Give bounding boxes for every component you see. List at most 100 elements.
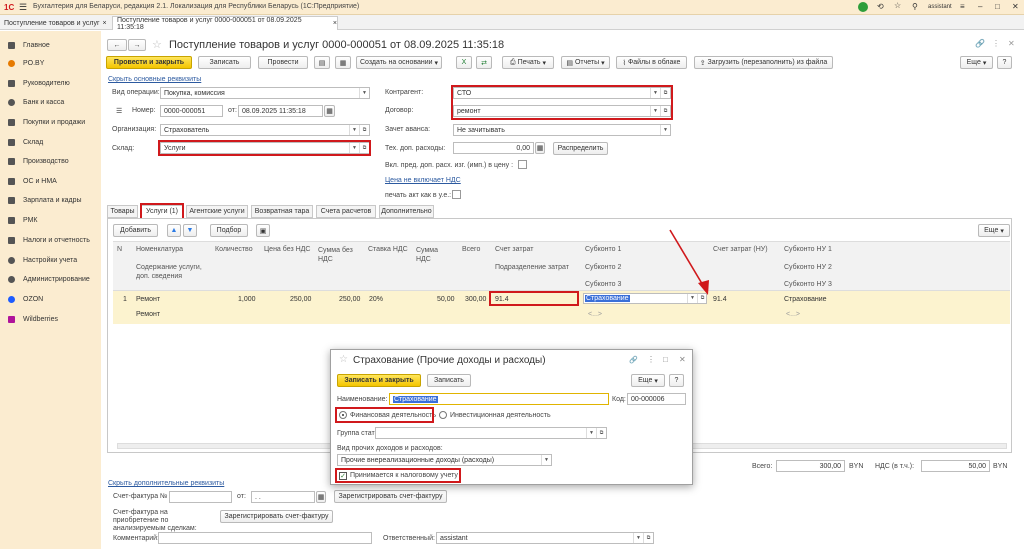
print-button[interactable]: ⎙ Печать ▾ — [502, 56, 554, 69]
move-down-icon[interactable]: ▼ — [183, 224, 197, 237]
maximize-icon[interactable]: □ — [995, 2, 1000, 11]
chevron-down-icon[interactable]: ▼ — [660, 125, 670, 135]
tab-accounts[interactable]: Счета расчетов — [316, 205, 376, 218]
search-icon[interactable]: ⚲ — [912, 2, 918, 11]
org-field[interactable]: Страхователь ▼ ⧉ — [160, 124, 370, 136]
open-icon[interactable]: ⧉ — [660, 106, 670, 116]
favorite-star-icon[interactable]: ☆ — [152, 38, 162, 51]
dialog-save-close-button[interactable]: Записать и закрыть — [337, 374, 421, 387]
sidebar-item-rmk[interactable]: РМК — [0, 211, 101, 229]
sidebar-item-production[interactable]: Производство — [0, 152, 101, 170]
date-field[interactable]: 08.09.2025 11:35:18 — [238, 105, 323, 117]
contract-field[interactable]: ремонт ▼ ⧉ — [453, 105, 671, 117]
reports-button[interactable]: ▤ Отчеты ▾ — [561, 56, 610, 69]
more-button[interactable]: Еще ▾ — [960, 56, 993, 69]
excel-icon[interactable]: X — [456, 56, 472, 69]
forward-button[interactable]: → — [128, 39, 146, 51]
tab-document[interactable]: Поступление товаров и услуг 0000-000051 … — [112, 16, 338, 31]
link-icon[interactable]: 🔗 — [629, 356, 638, 364]
close-icon[interactable]: × — [103, 20, 107, 27]
create-based-button[interactable]: Создать на основании ▾ — [356, 56, 442, 69]
settings-icon[interactable]: ▣ — [256, 224, 270, 237]
close-icon[interactable]: ✕ — [1012, 2, 1019, 11]
chevron-down-icon[interactable]: ▼ — [359, 88, 369, 98]
settings-icon[interactable]: ≡ — [960, 2, 965, 11]
open-icon[interactable]: ⧉ — [596, 428, 606, 438]
cloud-files-button[interactable]: ⌇ Файлы в облаке — [616, 56, 687, 69]
dialog-help-button[interactable]: ? — [669, 374, 684, 387]
back-button[interactable]: ← — [107, 39, 127, 51]
chevron-down-icon[interactable]: ▼ — [650, 88, 660, 98]
sidebar-item-manager[interactable]: Руководителю — [0, 74, 101, 92]
tax-checkbox[interactable]: ✓ — [339, 472, 347, 480]
invoice-date-field[interactable]: . . — [251, 491, 315, 503]
sidebar-item-poby[interactable]: PO.BY — [0, 54, 101, 72]
sidebar-item-taxes[interactable]: Налоги и отчетность — [0, 231, 101, 249]
sidebar-item-bank[interactable]: Банк и касса — [0, 93, 101, 111]
op-type-field[interactable]: Покупка, комиссия ▼ — [160, 87, 370, 99]
register-invoice-button[interactable]: Зарегистрировать счет-фактуру — [334, 490, 447, 503]
invoice-field[interactable] — [169, 491, 232, 503]
print-act-checkbox[interactable] — [452, 190, 461, 199]
open-icon[interactable]: ⧉ — [359, 143, 369, 153]
chevron-down-icon[interactable]: ▼ — [633, 533, 643, 543]
table-more-button[interactable]: Еще ▾ — [978, 224, 1010, 237]
hide-extra-link[interactable]: Скрыть дополнительные реквизиты — [108, 480, 224, 487]
link-icon[interactable]: 🔗 — [975, 39, 985, 48]
menu-icon[interactable]: ☰ — [19, 2, 27, 13]
distribute-button[interactable]: Распределить — [553, 142, 608, 155]
tab-agent-services[interactable]: Агентские услуги — [186, 205, 248, 218]
select-button[interactable]: Подбор — [210, 224, 248, 237]
tab-returnable[interactable]: Возвратная тара — [251, 205, 313, 218]
sidebar-item-warehouse[interactable]: Склад — [0, 133, 101, 151]
sidebar-item-purchases[interactable]: Покупки и продажи — [0, 113, 101, 131]
chevron-down-icon[interactable]: ▼ — [349, 143, 359, 153]
favorites-icon[interactable]: ☆ — [894, 1, 901, 10]
chevron-down-icon[interactable]: ▼ — [586, 428, 596, 438]
minimize-icon[interactable]: – — [978, 2, 982, 11]
register-invoice-purchase-button[interactable]: Зарегистрировать счет-фактуру — [220, 510, 333, 523]
open-icon[interactable]: ⧉ — [660, 88, 670, 98]
advance-field[interactable]: Не зачитывать ▼ — [453, 124, 671, 136]
export-icon[interactable]: ⇄ — [476, 56, 492, 69]
comment-field[interactable] — [158, 532, 372, 544]
radio-investment[interactable] — [439, 411, 447, 419]
vat-link[interactable]: Цена не включает НДС — [385, 177, 461, 184]
chevron-down-icon[interactable]: ▼ — [650, 106, 660, 116]
warehouse-field[interactable]: Услуги ▼ ⧉ — [160, 142, 370, 154]
dialog-type-field[interactable]: Прочие внереализационные доходы (расходы… — [337, 454, 552, 466]
help-button[interactable]: ? — [997, 56, 1012, 69]
post-button[interactable]: Провести — [258, 56, 308, 69]
calendar-icon[interactable]: ▦ — [324, 105, 335, 117]
open-icon[interactable]: ⧉ — [359, 125, 369, 135]
add-button[interactable]: Добавить — [113, 224, 158, 237]
dialog-group-field[interactable]: ▼ ⧉ — [375, 427, 607, 439]
move-up-icon[interactable]: ▲ — [167, 224, 181, 237]
history-icon[interactable]: ⟲ — [877, 2, 884, 11]
tab-services[interactable]: Услуги (1) — [141, 205, 183, 218]
calculator-icon[interactable]: ▦ — [535, 142, 545, 154]
user-name[interactable]: assistant — [928, 4, 952, 10]
tab-list[interactable]: Поступление товаров и услуг × — [4, 17, 110, 29]
sidebar-item-salary[interactable]: Зарплата и кадры — [0, 191, 101, 209]
dialog-code-field[interactable]: 00-000006 — [627, 393, 686, 405]
more-icon[interactable]: ⋮ — [992, 39, 1000, 48]
radio-financial[interactable] — [339, 411, 347, 419]
maximize-icon[interactable]: □ — [663, 355, 668, 364]
tab-goods[interactable]: Товары — [107, 205, 138, 218]
sidebar-item-main[interactable]: Главное — [0, 36, 101, 54]
extra-exp-field[interactable]: 0,00 — [453, 142, 534, 154]
tab-additional[interactable]: Дополнительно — [379, 205, 434, 218]
post-close-button[interactable]: Провести и закрыть — [106, 56, 192, 69]
sidebar-item-assets[interactable]: ОС и НМА — [0, 172, 101, 190]
journal-icon[interactable]: ▤ — [314, 56, 330, 69]
dialog-name-field[interactable]: Страхование — [389, 393, 609, 405]
responsible-field[interactable]: assistant ▼ ⧉ — [436, 532, 654, 544]
close-icon[interactable]: ✕ — [679, 355, 686, 364]
load-from-file-button[interactable]: ⇪ Загрузить (перезаполнить) из файла — [694, 56, 833, 69]
notifications-icon[interactable] — [858, 2, 868, 12]
close-icon[interactable]: × — [333, 20, 337, 27]
sidebar-item-admin[interactable]: Администрирование — [0, 270, 101, 288]
number-field[interactable]: 0000-000051 — [160, 105, 223, 117]
structure-icon[interactable]: ▦ — [335, 56, 351, 69]
